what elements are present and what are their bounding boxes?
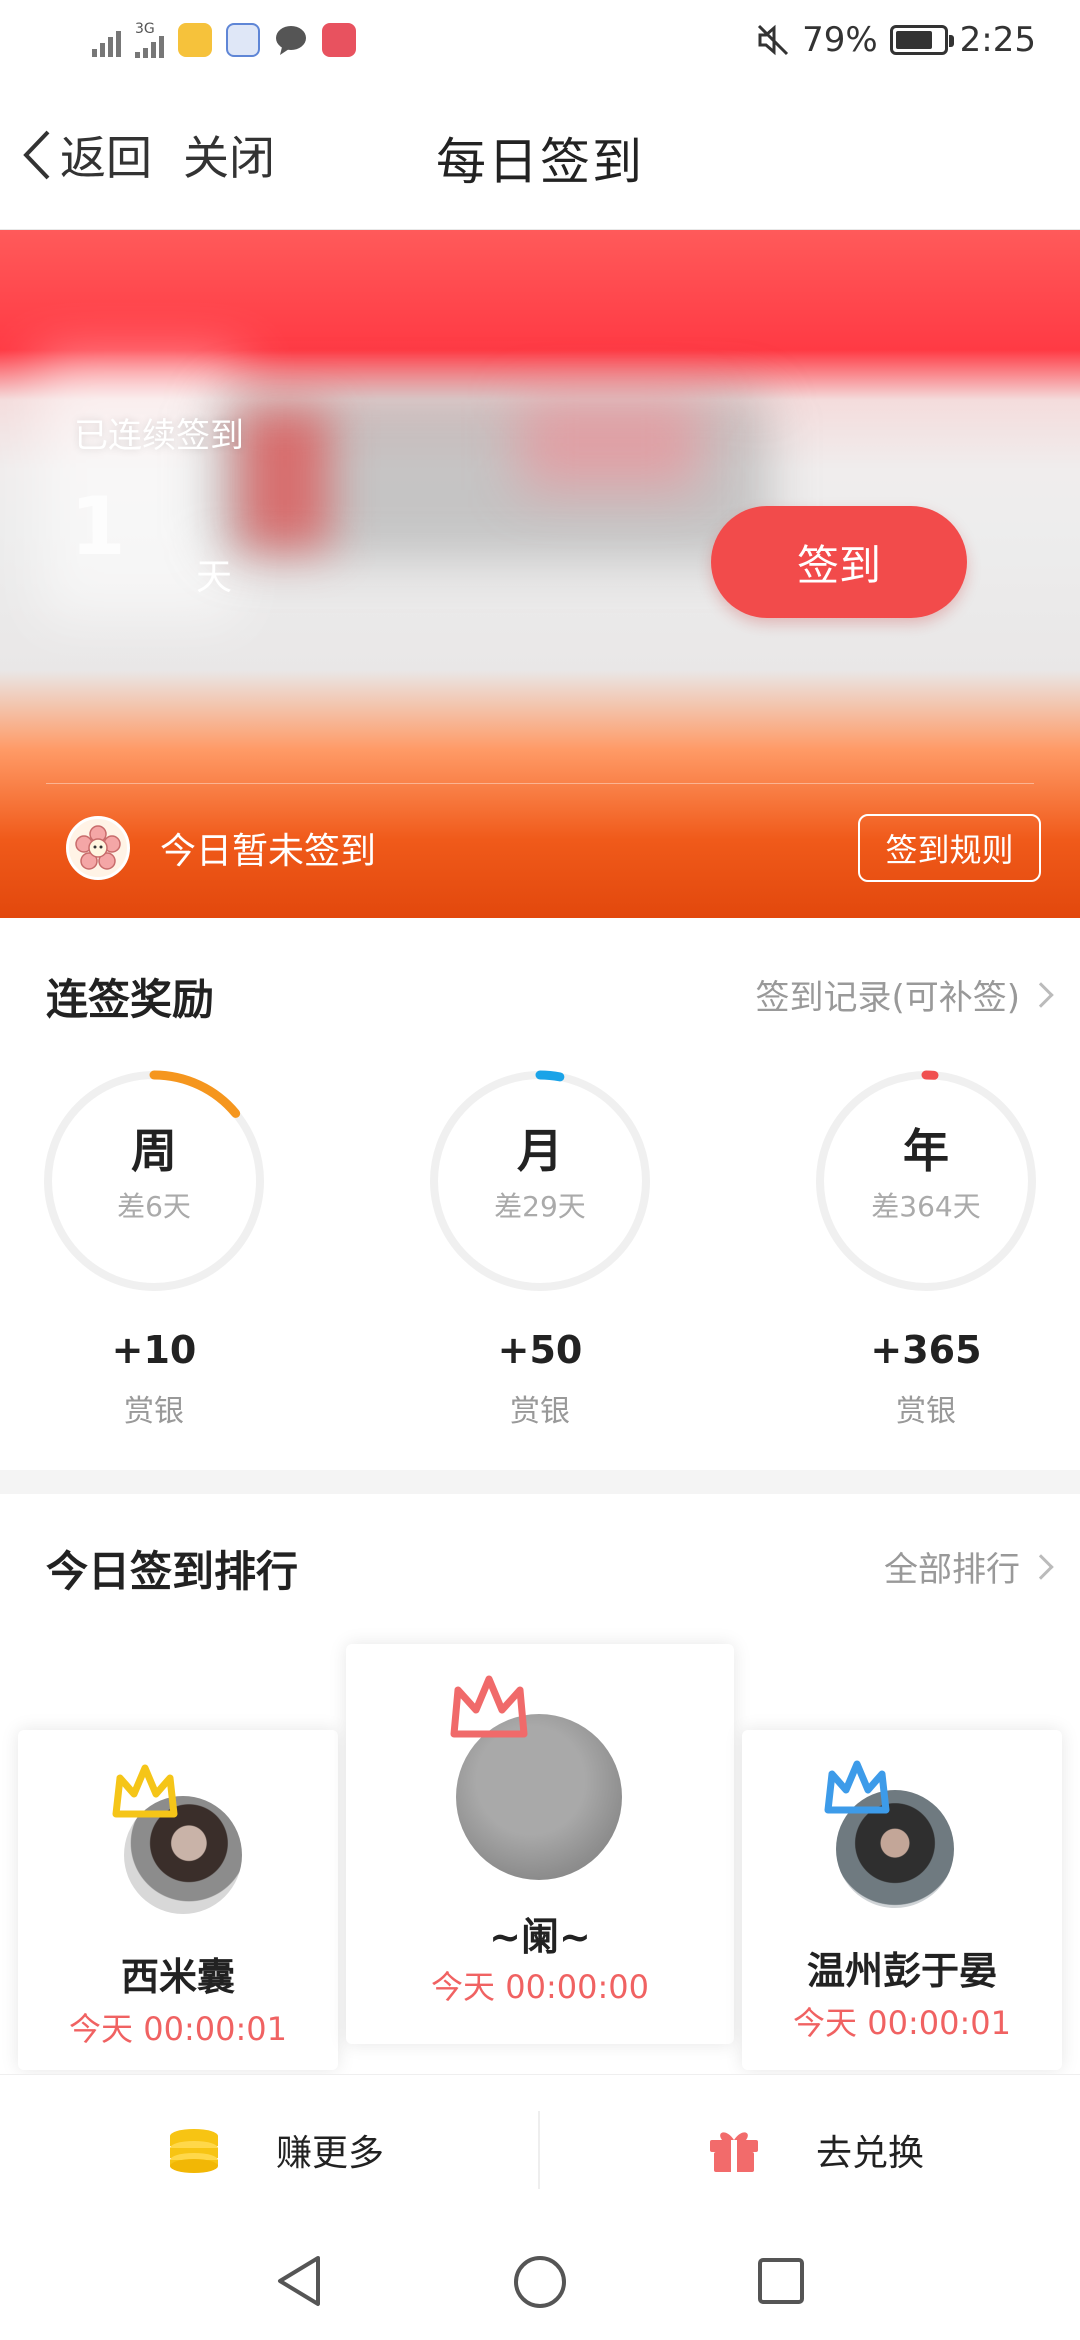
crown-icon: [450, 1675, 528, 1738]
gift-icon: [710, 2132, 758, 2172]
streak-unit: 天: [196, 557, 233, 598]
reward-amount: +50: [497, 1328, 583, 1372]
flower-icon: [75, 825, 121, 870]
streak-value: 1: [70, 480, 126, 573]
network-indicator: 3G: [135, 22, 164, 58]
reward-ring-week: 周 差6天: [38, 1065, 270, 1297]
reward-unit: 赏银: [510, 1394, 570, 1429]
rewards-title: 连签奖励: [46, 975, 215, 1024]
rank-name: 温州彭于晏: [806, 1949, 997, 1993]
streak-rewards-section: 连签奖励 签到记录(可补签) 周 差6天 +10 赏银 月 差29天 +50 赏…: [0, 918, 1080, 1470]
nav-recents-icon[interactable]: [756, 2254, 806, 2308]
reward-amount: +365: [870, 1328, 982, 1372]
reward-unit: 赏银: [124, 1394, 184, 1429]
reward-period: 月: [517, 1124, 563, 1178]
signal-2-icon: [135, 36, 164, 58]
network-type-label: 3G: [135, 21, 155, 37]
reward-ring-year: 年 差364天: [810, 1065, 1042, 1297]
page-title: 每日签到: [436, 133, 644, 191]
chevron-right-icon: [1028, 1553, 1054, 1580]
rank-time: 今天 00:00:01: [69, 2010, 287, 2048]
nav-home-icon[interactable]: [512, 2254, 568, 2310]
earn-more-label: 赚更多: [276, 2133, 385, 2174]
rules-button[interactable]: 签到规则: [858, 814, 1041, 882]
crown-icon: [112, 1764, 178, 1818]
section-divider: [0, 1470, 1080, 1494]
ranking-title: 今日签到排行: [46, 1547, 299, 1596]
progress-ring: [430, 1070, 650, 1291]
progress-arc: [149, 1070, 241, 1118]
progress-ring: [44, 1070, 264, 1291]
nav-back-icon[interactable]: [274, 2254, 324, 2308]
checkin-status-row: 今日暂未签到: [66, 816, 376, 880]
checkin-button[interactable]: 签到: [711, 506, 967, 618]
battery-icon: [889, 25, 954, 55]
reward-period: 周: [131, 1124, 177, 1178]
rank-name: 西米囊: [120, 1955, 235, 1999]
daily-ranking-section: 今日签到排行 全部排行 西米囊 今天 00:00:01 ~阑~ 今天 00:00…: [0, 1494, 1080, 2074]
streak-label: 已连续签到: [74, 416, 244, 456]
chevron-right-icon: [1028, 981, 1054, 1008]
reward-unit: 赏银: [896, 1394, 956, 1429]
rank-card[interactable]: ~阑~ 今天 00:00:00: [346, 1644, 734, 2044]
huawei-app-icon: [322, 23, 356, 57]
crown-icon: [824, 1760, 890, 1814]
checkin-record-label: 签到记录(可补签): [755, 978, 1020, 1018]
exchange-button[interactable]: 去兑换: [708, 2075, 924, 2225]
checkin-status-text: 今日暂未签到: [160, 831, 377, 872]
banner-decoration: [520, 400, 700, 490]
checkin-record-link[interactable]: 签到记录(可补签): [755, 970, 1054, 1019]
app-notification-icon: [178, 23, 212, 57]
mute-icon: [758, 24, 789, 56]
chat-icon: [276, 26, 306, 55]
reward-remaining: 差364天: [871, 1190, 981, 1223]
reward-period: 年: [903, 1124, 949, 1178]
nav-header: 返回 关闭 每日签到: [0, 84, 1080, 230]
earn-more-button[interactable]: 赚更多: [168, 2075, 384, 2225]
status-left-group: 3G: [92, 22, 356, 58]
rank-time: 今天 00:00:01: [793, 2004, 1011, 2042]
system-navigation-bar: [0, 2224, 1080, 2340]
checkin-banner: 已连续签到 1 天 签到 今日暂未签到 签到规则: [0, 230, 1080, 918]
battery-percent: 79%: [802, 20, 878, 60]
rank-card[interactable]: 温州彭于晏 今天 00:00:01: [742, 1730, 1062, 2070]
reward-amount: +10: [111, 1328, 197, 1372]
clock: 2:25: [959, 20, 1036, 60]
reward-remaining: 差6天: [117, 1190, 191, 1223]
reward-ring-month: 月 差29天: [424, 1065, 656, 1297]
rank-card[interactable]: 西米囊 今天 00:00:01: [18, 1730, 338, 2070]
exchange-label: 去兑换: [816, 2133, 925, 2174]
bottom-separator: [538, 2111, 540, 2189]
status-right-group: 79% 2:25: [756, 20, 1036, 60]
banner-decoration: [240, 410, 330, 550]
bottom-action-bar: 赚更多 去兑换: [0, 2074, 1080, 2224]
status-bar: 3G 79% 2:25: [0, 0, 1080, 84]
all-ranking-link[interactable]: 全部排行: [884, 1542, 1054, 1591]
rank-time: 今天 00:00:00: [431, 1968, 649, 2006]
signal-icon: [92, 23, 121, 57]
app-notification-2-icon: [226, 23, 260, 57]
progress-ring: [816, 1070, 1036, 1291]
coin-stack-icon: [170, 2129, 218, 2173]
banner-divider: [46, 783, 1034, 784]
reward-remaining: 差29天: [494, 1190, 586, 1223]
rank-name: ~阑~: [489, 1915, 591, 1959]
avatar: [66, 816, 130, 880]
progress-arc: [535, 1070, 565, 1082]
all-ranking-label: 全部排行: [884, 1550, 1020, 1590]
